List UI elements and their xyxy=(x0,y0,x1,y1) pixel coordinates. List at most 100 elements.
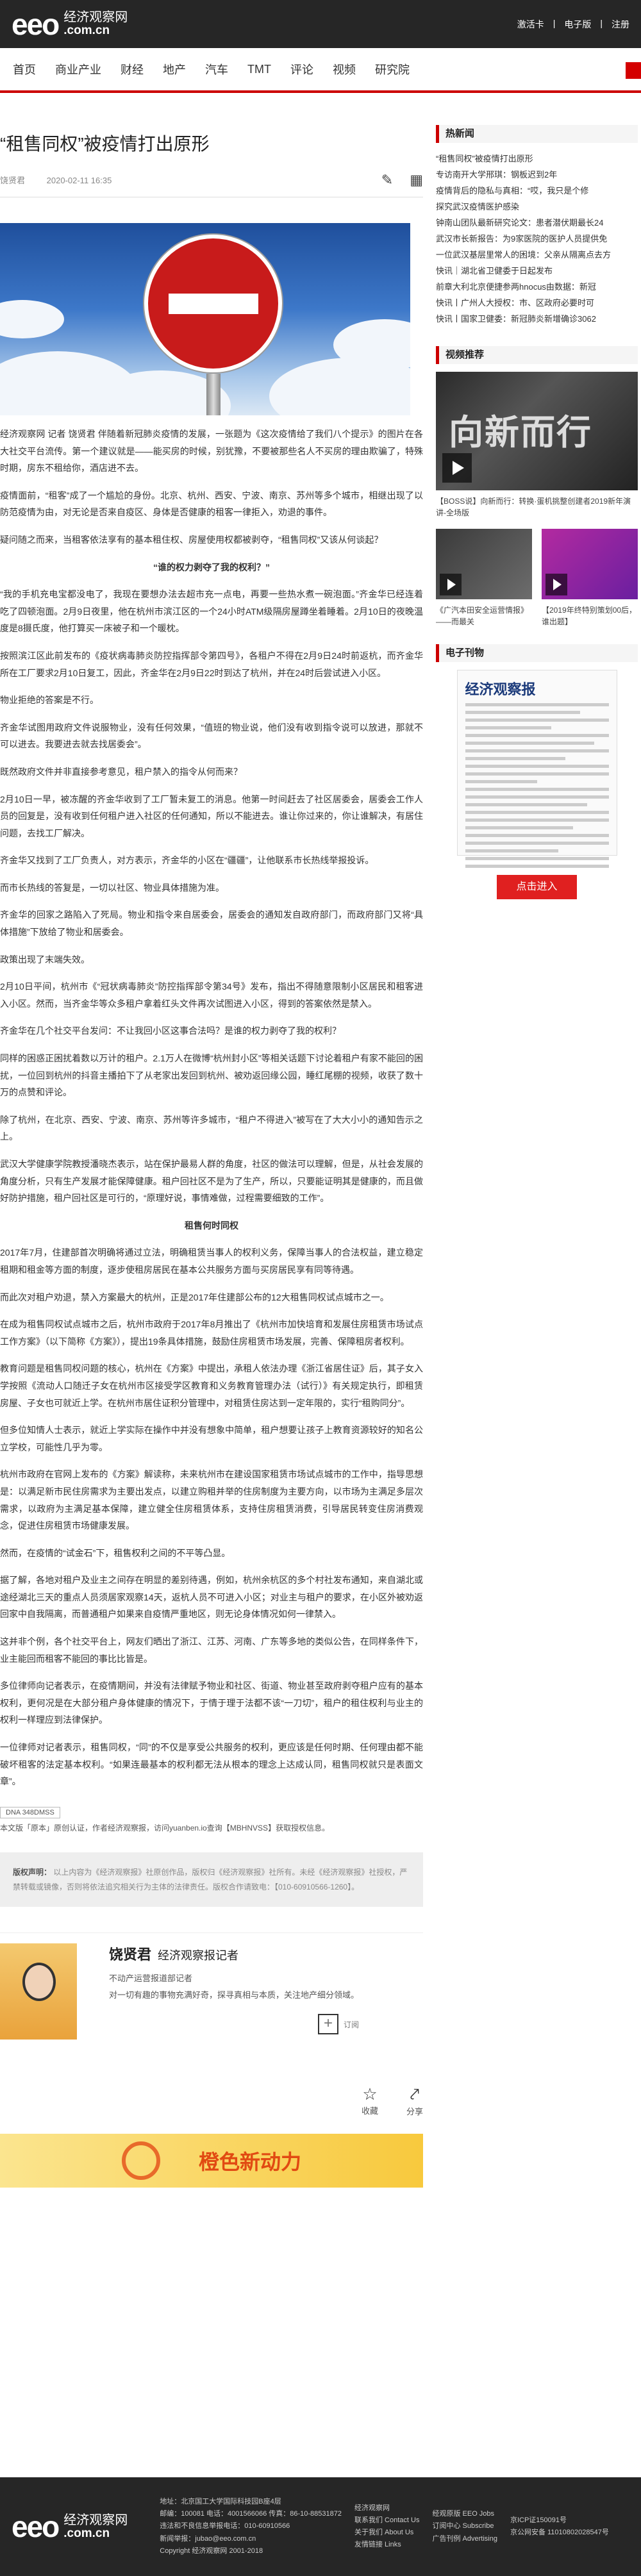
share-icon: ⤤ xyxy=(410,2084,420,2104)
dna-badge: DNA 348DMSS xyxy=(0,1806,60,1818)
video-item[interactable]: 《广汽本田安全运营情报》——而最关 xyxy=(436,529,532,627)
video-title: 视频推荐 xyxy=(436,346,638,364)
e-paper-link[interactable]: 电子版 xyxy=(564,18,591,31)
play-icon[interactable] xyxy=(442,453,472,483)
article-paragraph: 除了杭州，在北京、西安、宁波、南京、苏州等许多城市，“租户不得进入”被写在了大大… xyxy=(0,1114,423,1142)
article: “租售同权”被疫情打出原形 饶贤君 2020-02-11 16:35 ✎ ▦ 经… xyxy=(0,93,423,2188)
article-paragraph: 既然政府文件并非直接参考意见，租户禁入的指令从何而来？ xyxy=(0,766,242,777)
main-nav: 首页 商业产业 财经 地产 汽车 TMT 评论 视频 研究院 xyxy=(0,48,641,93)
article-paragraph: 疫情面前，“租客”成了一个尴尬的身份。北京、杭州、西安、宁波、南京、苏州等多个城… xyxy=(0,490,423,518)
footer-line[interactable]: 经观原版 EEO Jobs xyxy=(432,2508,497,2520)
author-avatar[interactable] xyxy=(0,1943,77,2040)
hot-news-item[interactable]: 前章大利北京便捷参两hnocus由数据：新冠 xyxy=(436,279,638,295)
author-title: 经济观察报记者 xyxy=(158,1949,239,1963)
hot-news-item[interactable]: 专访南开大学邢琪：钢板迟到2年 xyxy=(436,167,638,183)
article-date: 2020-02-11 16:35 xyxy=(46,176,112,185)
article-paragraph: “我的手机充电宝都没电了，我现在要想办法去超市充一点电，再要一些热水煮一碗泡面。… xyxy=(0,589,423,634)
footer-license: 京ICP证150091号 京公网安备 11010802028547号 xyxy=(510,2514,609,2539)
activate-card-link[interactable]: 激活卡 xyxy=(517,18,544,31)
divider: | xyxy=(553,17,556,28)
article-paragraph: 疑问随之而来，当租客依法享有的基本租住权、房屋使用权都被剥夺，“租售同权”又该从… xyxy=(0,534,383,545)
site-logo[interactable]: eeo 经济观察网 .com.cn xyxy=(12,7,128,42)
author-role: 不动产运营报道部记者 xyxy=(109,1974,193,1984)
register-link[interactable]: 注册 xyxy=(612,18,629,31)
paper-name: 经济观察报 xyxy=(465,681,536,697)
hot-news-item[interactable]: 疫情背后的隐私与真相：“哎，我只是个修 xyxy=(436,183,638,199)
footer-line[interactable]: 关于我们 About Us xyxy=(354,2527,419,2539)
banner-ring-icon xyxy=(122,2141,160,2181)
nav-research[interactable]: 研究院 xyxy=(375,61,410,78)
collect-button[interactable]: ☆ 收藏 xyxy=(362,2084,378,2117)
video-caption[interactable]: 《广汽本田安全运营情报》——而最关 xyxy=(436,604,532,627)
article-paragraph: 2月10日平间，杭州市《“冠状病毒肺炎”防控指挥部令第34号》发布，指出不得随意… xyxy=(0,981,423,1009)
hot-news-item[interactable]: 快讯丨广州人大授权：市、区政府必要时可 xyxy=(436,295,638,311)
footer-line[interactable]: 经济观察网 xyxy=(354,2502,419,2514)
hot-news-item[interactable]: 钟南山团队最新研究论文：患者潜伏期最长24 xyxy=(436,215,638,231)
hot-news-item[interactable]: 快讯丨国家卫健委：新冠肺炎新增确诊3062 xyxy=(436,311,638,327)
nav-realestate[interactable]: 地产 xyxy=(163,61,186,78)
footer-links: 经济观察网 联系我们 Contact Us 关于我们 About Us 友情链接 Li… xyxy=(354,2502,419,2552)
footer-line: 地址：北京国工大学国际科技园B座4层 xyxy=(160,2497,281,2505)
qr-code-icon[interactable]: ▦ xyxy=(410,172,423,188)
nav-commentary[interactable]: 评论 xyxy=(290,61,313,78)
nav-tmt[interactable]: TMT xyxy=(247,63,271,76)
footer-line[interactable]: 友情链接 Links xyxy=(354,2539,419,2551)
nav-corner-tab[interactable] xyxy=(626,62,641,79)
logo-domain: .com.cn xyxy=(63,24,110,38)
article-paragraph: 但多位知情人士表示，就近上学实际在操作中并没有想象中简单，租户想要让孩子上教育资… xyxy=(0,1425,423,1452)
footer-services: 经观原版 EEO Jobs 订阅中心 Subscribe 广告刊例 Advertis… xyxy=(432,2508,497,2545)
play-icon[interactable] xyxy=(545,574,567,595)
hot-news-item[interactable]: 武汉市长新报告：为9家医院的医护人员提供免 xyxy=(436,231,638,247)
video-featured-caption[interactable]: 【BOSS说】向新而行：转换·蛋机挑整创建者2019新年演讲-全场版 xyxy=(436,495,638,519)
subscribe-label[interactable]: 订阅 xyxy=(344,2019,359,2030)
hot-news-item[interactable]: 一位武汉基层里常人的困境：父亲从隔离点去方 xyxy=(436,247,638,263)
article-paragraph: 齐金华试图用政府文件说服物业，没有任何效果，“值班的物业说，他们没有收到指令说可… xyxy=(0,722,423,750)
enter-e-paper-button[interactable]: 点击进入 xyxy=(497,875,577,899)
section-heading: “谁的权力剥夺了我的权利？” xyxy=(153,561,270,572)
video-featured-art: 向新而行 xyxy=(449,413,592,452)
nav-home[interactable]: 首页 xyxy=(13,61,36,78)
e-paper-cover[interactable]: 经济观察报 xyxy=(456,670,617,868)
article-paragraph: 齐金华的回家之路陷入了死局。物业和指令来自居委会，居委会的通知发自政府部门，而政… xyxy=(0,910,423,938)
hot-news-item[interactable]: 快讯｜湖北省卫健委于日起发布 xyxy=(436,263,638,279)
article-paragraph: 经济观察网 记者 饶贤君 伴随着新冠肺炎疫情的发展，一张题为《这次疫情给了我们八… xyxy=(0,429,423,474)
divider: | xyxy=(600,17,603,28)
ad-banner[interactable]: 橙色新动力 xyxy=(0,2134,423,2188)
nav-finance[interactable]: 财经 xyxy=(121,61,144,78)
subscribe-plus-icon[interactable]: + xyxy=(318,2014,338,2035)
share-button[interactable]: ⤤ 分享 xyxy=(406,2084,423,2117)
edit-note-icon[interactable]: ✎ xyxy=(381,172,393,188)
sidebar: 热新闻 “租售同权”被疫情打出原形 专访南开大学邢琪：钢板迟到2年 疫情背后的隐私与… xyxy=(436,93,638,2188)
article-paragraph: 杭州市政府在官网上发布的《方案》解读称，未来杭州市在建设国家租赁市场试点城市的工… xyxy=(0,1469,423,1531)
footer-line: 违法和不良信息举报电话：010-60910566 xyxy=(160,2522,290,2530)
nav-business[interactable]: 商业产业 xyxy=(55,61,101,78)
play-icon[interactable] xyxy=(440,574,462,595)
share-label: 分享 xyxy=(406,2107,423,2117)
author-card: 饶贤君 经济观察报记者 不动产运营报道部记者 对一切有趣的事物充满好奇，探寻真相与… xyxy=(0,1932,423,2040)
article-paragraph: 据了解，各地对租户及业主之间存在明显的差别待遇，例如，杭州余杭区的多个村社发布通… xyxy=(0,1575,423,1620)
footer-line: 邮编：100081 电话：4001566066 传真：86-10-8853187… xyxy=(160,2510,342,2518)
footer-line[interactable]: 广告刊例 Advertising xyxy=(432,2533,497,2545)
footer-line[interactable]: 订阅中心 Subscribe xyxy=(432,2520,497,2532)
footer-logo[interactable]: eeo 经济观察网 .com.cn xyxy=(12,2509,128,2544)
article-author[interactable]: 饶贤君 xyxy=(0,176,25,185)
footer-contact: 地址：北京国工大学国际科技园B座4层邮编：100081 电话：400156606… xyxy=(160,2496,342,2557)
article-actions: ☆ 收藏 ⤤ 分享 xyxy=(0,2084,423,2117)
video-caption[interactable]: 【2019年终特别策划00后，谁出题】 xyxy=(542,604,638,627)
video-featured[interactable]: 向新而行 xyxy=(436,372,638,490)
video-item[interactable]: 【2019年终特别策划00后，谁出题】 xyxy=(542,529,638,627)
author-name[interactable]: 饶贤君 xyxy=(109,1947,151,1963)
nav-video[interactable]: 视频 xyxy=(333,61,356,78)
hot-news-item[interactable]: “租售同权”被疫情打出原形 xyxy=(436,151,638,167)
source-note: 本文版「原本」原创认证，作者经济观察报，访问yuanben.io查询【MBHNV… xyxy=(0,1823,330,1832)
article-paragraph: 物业拒绝的答案是不行。 xyxy=(0,695,99,706)
section-heading: 租售何时同权 xyxy=(185,1220,238,1231)
article-paragraph: 在成为租售同权试点城市之后，杭州市政府于2017年8月推出了《杭州市加快培育和发… xyxy=(0,1319,423,1347)
banner-text: 橙色新动力 xyxy=(198,2150,301,2174)
article-paragraph: 武汉大学健康学院教授潘晓杰表示，站在保护最易人群的角度，社区的做法可以理解，但是… xyxy=(0,1159,423,1204)
hot-news-item[interactable]: 探究武汉疫情医护感染 xyxy=(436,199,638,215)
nav-auto[interactable]: 汽车 xyxy=(205,61,228,78)
article-image xyxy=(0,223,410,415)
article-paragraph: 齐金华又找到了工厂负责人，对方表示，齐金华的小区在“疆疆”，让他联系市长热线举报… xyxy=(0,855,374,866)
footer-line[interactable]: 联系我们 Contact Us xyxy=(354,2514,419,2527)
